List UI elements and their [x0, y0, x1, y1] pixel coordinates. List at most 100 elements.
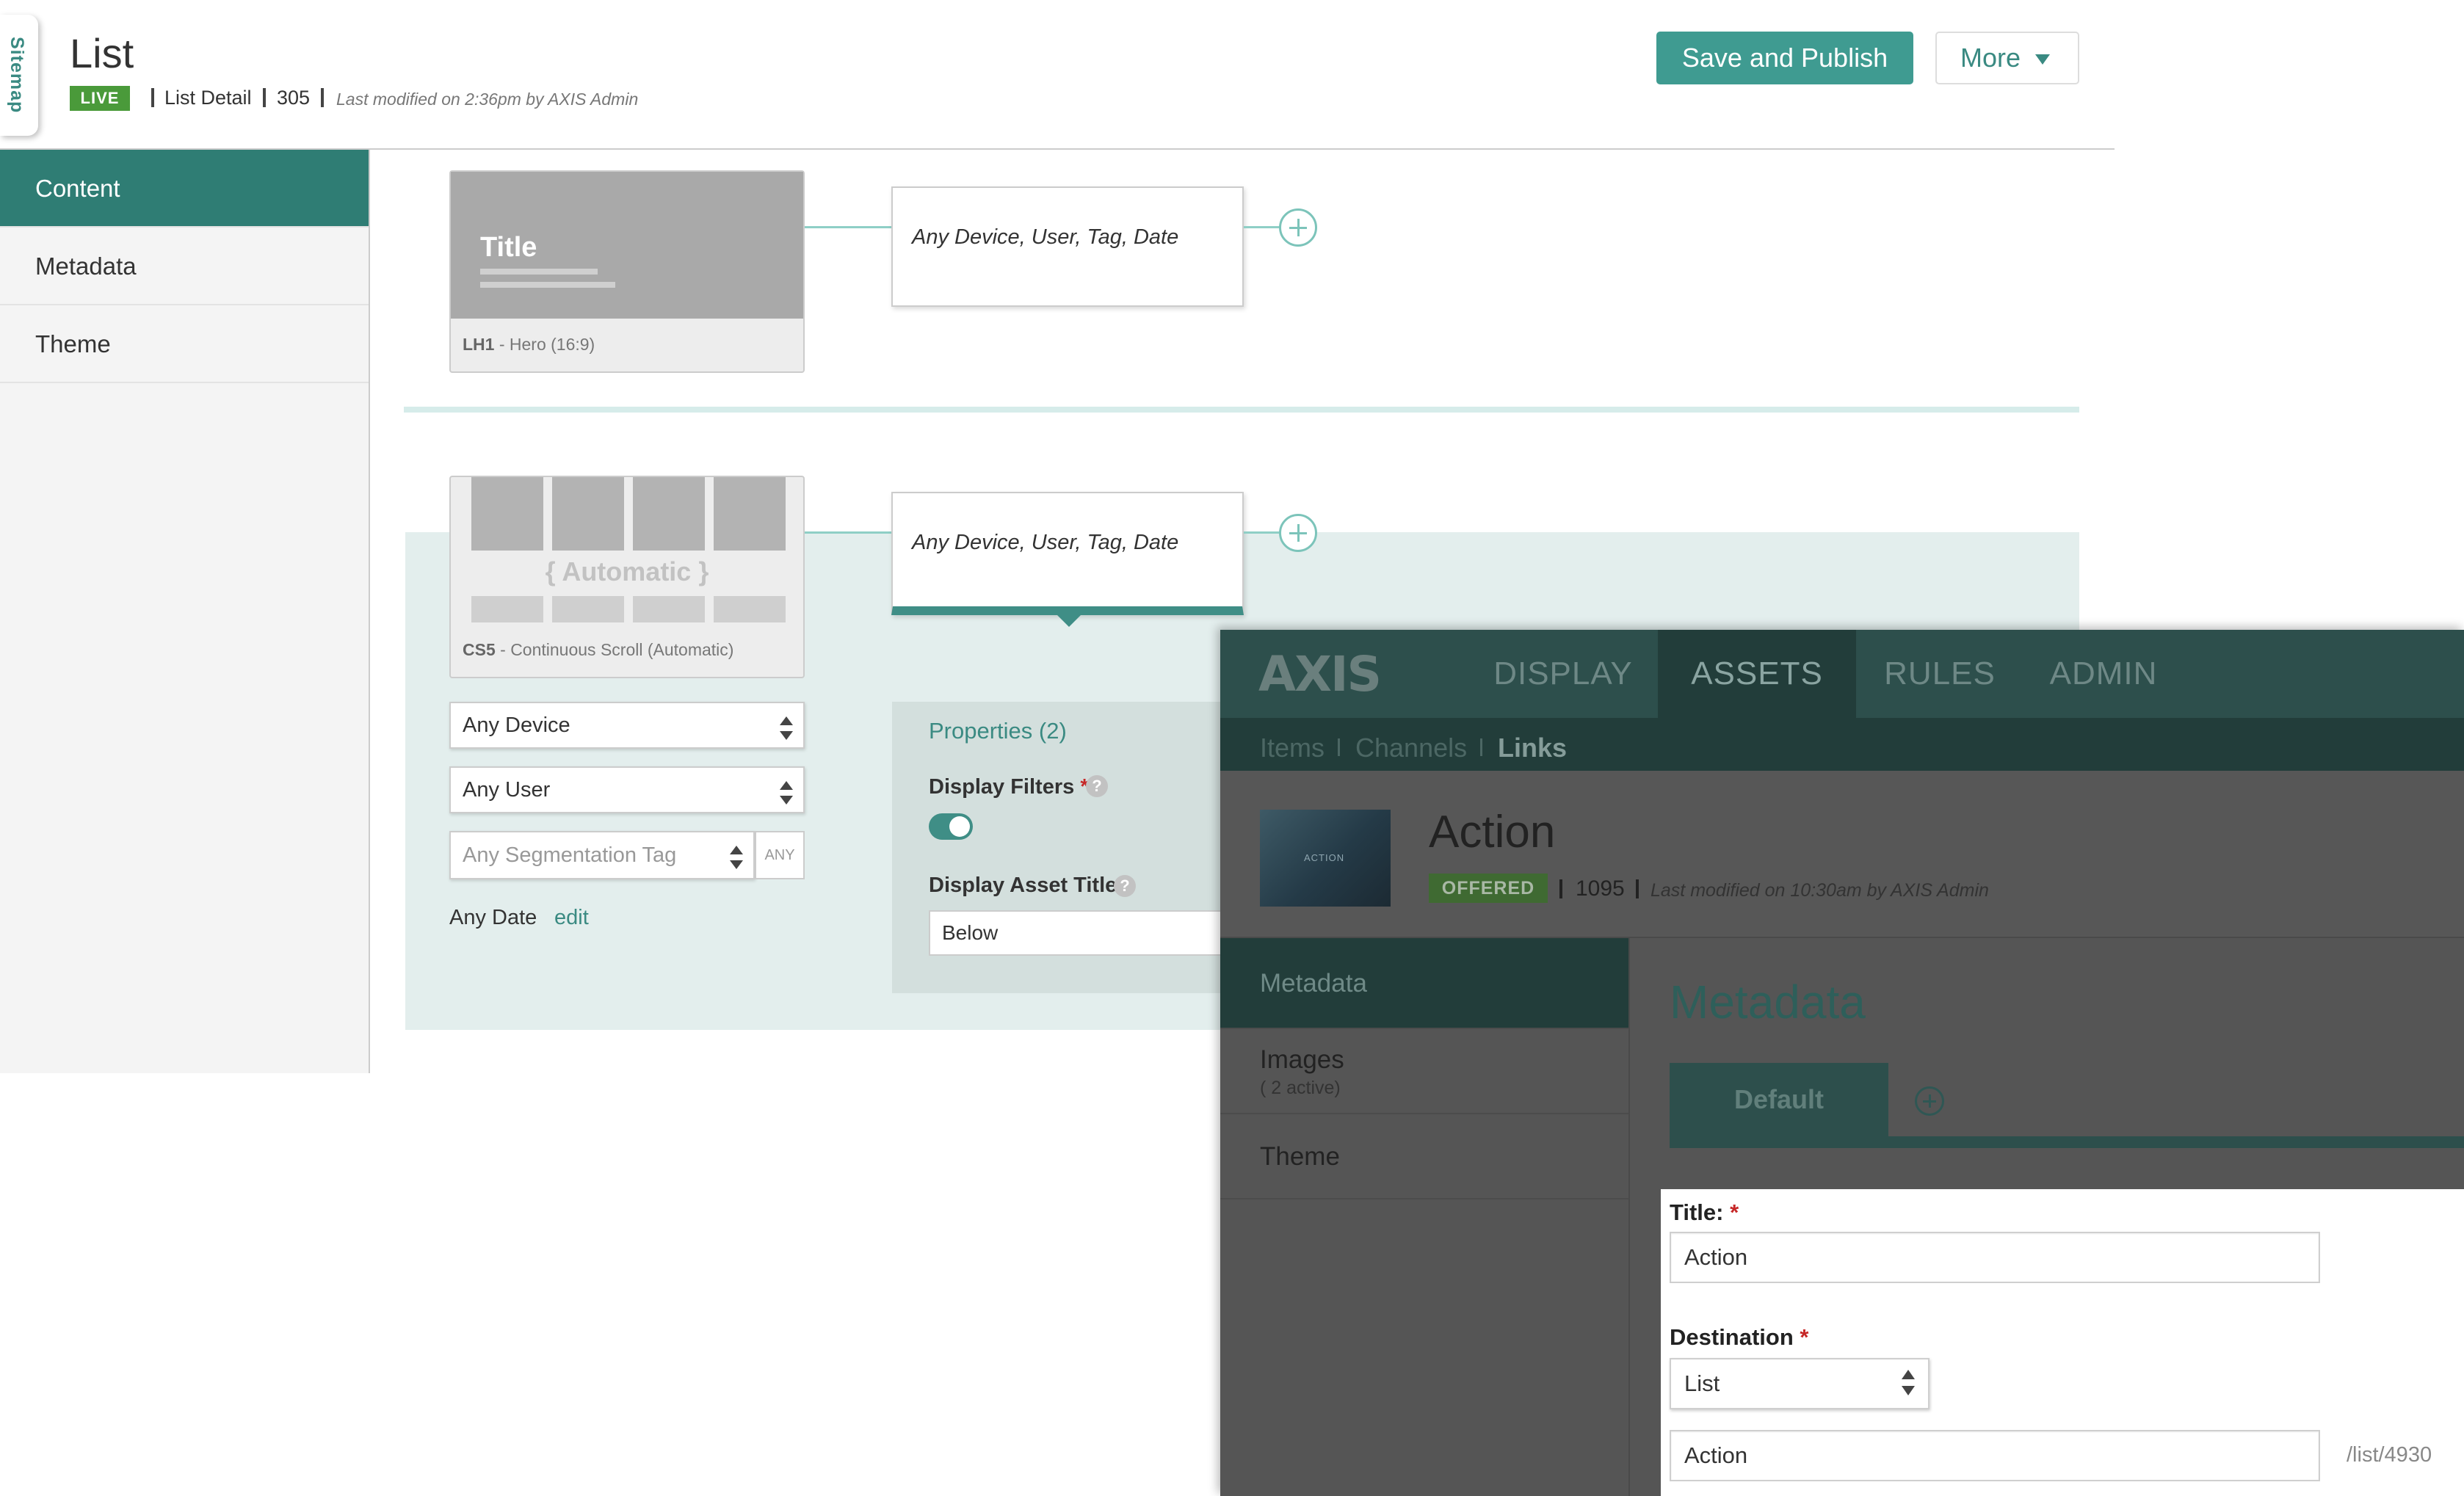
layout-thumbnail-continuous-scroll[interactable]: { Automatic } CS5 - Continuous Scroll (A…: [449, 476, 805, 678]
add-tab-icon[interactable]: [1915, 1086, 1944, 1116]
tab-strip: [1670, 1136, 2464, 1148]
save-and-publish-button[interactable]: Save and Publish: [1656, 32, 1913, 84]
hero-preview-line: [480, 282, 615, 288]
caret-down-icon: [2035, 54, 2050, 65]
user-select-value: Any User: [463, 778, 551, 802]
select-arrows-icon: [780, 716, 793, 725]
nav-tab-display[interactable]: DISPLAY: [1479, 630, 1648, 718]
sidebar-item-content[interactable]: Content: [0, 150, 369, 228]
asset-title: Action: [1429, 807, 1556, 857]
tab-default[interactable]: Default: [1670, 1063, 1888, 1136]
destination-label: Destination *: [1670, 1324, 1809, 1350]
select-arrows-icon: [780, 781, 793, 790]
scroll-preview-tile: [714, 477, 786, 551]
scroll-preview-bar: [471, 596, 543, 622]
add-rule-icon[interactable]: [1279, 514, 1317, 552]
nav-tab-admin[interactable]: ADMIN: [2026, 630, 2181, 718]
select-arrow-down: [730, 860, 743, 869]
destination-type-select[interactable]: List: [1670, 1358, 1929, 1409]
last-modified-text: Last modified on 2:36pm by AXIS Admin: [336, 90, 639, 109]
subnav-links[interactable]: Links: [1498, 733, 1567, 763]
sidebar-item-theme[interactable]: Theme: [0, 305, 369, 383]
help-icon[interactable]: ?: [1086, 775, 1108, 797]
asset-meta-separator: [1636, 879, 1639, 898]
subnav-separator: [1338, 738, 1340, 756]
breadcrumb-separator: [151, 88, 154, 107]
sidebar-item-images-label: Images: [1260, 1045, 1344, 1074]
scroll-preview-bar: [552, 596, 624, 622]
destination-path: /list/4930: [2347, 1443, 2432, 1467]
sidebar-item-images[interactable]: Images ( 2 active): [1220, 1029, 1628, 1114]
automatic-label: { Automatic }: [545, 556, 709, 587]
subnav-channels[interactable]: Channels: [1355, 733, 1467, 763]
scroll-preview-tile: [633, 477, 705, 551]
sidebar-item-images-count: ( 2 active): [1260, 1078, 1341, 1098]
subnav-separator: [1480, 738, 1482, 756]
asset-sidebar: Metadata Images ( 2 active) Theme: [1220, 938, 1630, 1496]
sidebar-item-metadata[interactable]: Metadata: [0, 228, 369, 305]
axis-logo: AXIS: [1258, 646, 1382, 702]
layout-thumbnail-hero[interactable]: Title LH1 - Hero (16:9): [449, 170, 805, 373]
subnav-items[interactable]: Items: [1260, 733, 1325, 763]
segmentation-tag-select[interactable]: Any Segmentation Tag: [449, 831, 755, 879]
rule-card[interactable]: Any Device, User, Tag, Date: [891, 186, 1244, 307]
segmentation-any-button[interactable]: ANY: [755, 831, 805, 879]
hero-preview: Title: [451, 172, 803, 319]
status-badge: LIVE: [70, 86, 130, 111]
hero-preview-title: Title: [480, 232, 537, 263]
select-arrow-down: [780, 796, 793, 805]
asset-meta-separator: [1559, 879, 1562, 898]
select-arrows-icon: [730, 846, 743, 854]
select-arrow-down: [1902, 1386, 1915, 1395]
destination-type-value: List: [1684, 1370, 1720, 1396]
nav-tab-assets[interactable]: ASSETS: [1658, 630, 1856, 718]
title-label: Title: *: [1670, 1199, 1739, 1225]
title-field[interactable]: Action: [1670, 1232, 2320, 1283]
help-icon[interactable]: ?: [1114, 875, 1136, 897]
connector-line: [805, 531, 893, 534]
device-select-value: Any Device: [463, 713, 570, 737]
breadcrumb-page-type: List Detail: [164, 87, 252, 109]
sidebar: Content Metadata Theme: [0, 150, 370, 1073]
breadcrumb-page-id: 305: [277, 87, 311, 109]
date-edit-link[interactable]: edit: [554, 906, 589, 930]
user-select[interactable]: Any User: [449, 766, 805, 813]
destination-field[interactable]: Action: [1670, 1430, 2320, 1481]
more-button-label: More: [1960, 43, 2021, 73]
sidebar-item-metadata[interactable]: Metadata: [1220, 938, 1628, 1029]
breadcrumb-separator: [321, 88, 324, 107]
axis-assets-window: AXIS DISPLAY ASSETS RULES ADMIN Items Ch…: [1220, 630, 2464, 1496]
display-filters-toggle[interactable]: [929, 813, 973, 840]
connector-line: [805, 226, 893, 228]
selected-pointer: [1056, 614, 1082, 627]
scroll-preview-tile: [471, 477, 543, 551]
nav-tab-rules[interactable]: RULES: [1866, 630, 2013, 718]
segmentation-tag-placeholder: Any Segmentation Tag: [463, 843, 677, 867]
connector-line: [1244, 226, 1280, 228]
connector-line: [1244, 531, 1280, 534]
display-asset-title-label: Display Asset Title: [929, 874, 1117, 897]
scroll-preview-tile: [552, 477, 624, 551]
asset-last-modified: Last modified on 10:30am by AXIS Admin: [1650, 880, 1989, 901]
asset-header: [1220, 771, 2464, 938]
sitemap-tab[interactable]: Sitemap: [0, 15, 38, 136]
more-dropdown-button[interactable]: More: [1935, 32, 2079, 84]
properties-heading[interactable]: Properties (2): [929, 718, 1067, 744]
asset-id: 1095: [1576, 876, 1625, 901]
select-arrow-down: [780, 731, 793, 740]
row-divider: [404, 407, 2079, 413]
section-title: Metadata: [1670, 976, 1866, 1028]
breadcrumb-separator: [263, 88, 266, 107]
asset-thumbnail-text: ACTION: [1304, 852, 1345, 863]
layout-caption: LH1 - Hero (16:9): [463, 335, 595, 354]
page-title: List: [70, 30, 134, 76]
select-arrows-icon: [1902, 1370, 1915, 1379]
date-value: Any Date: [449, 906, 537, 929]
asset-thumbnail: ACTION: [1260, 810, 1391, 907]
rule-card-selected[interactable]: Any Device, User, Tag, Date: [891, 492, 1244, 615]
device-select[interactable]: Any Device: [449, 702, 805, 749]
sidebar-item-theme[interactable]: Theme: [1220, 1114, 1628, 1199]
display-filters-label: Display Filters *: [929, 775, 1089, 799]
add-rule-icon[interactable]: [1279, 208, 1317, 247]
sitemap-tab-label: Sitemap: [7, 37, 27, 114]
